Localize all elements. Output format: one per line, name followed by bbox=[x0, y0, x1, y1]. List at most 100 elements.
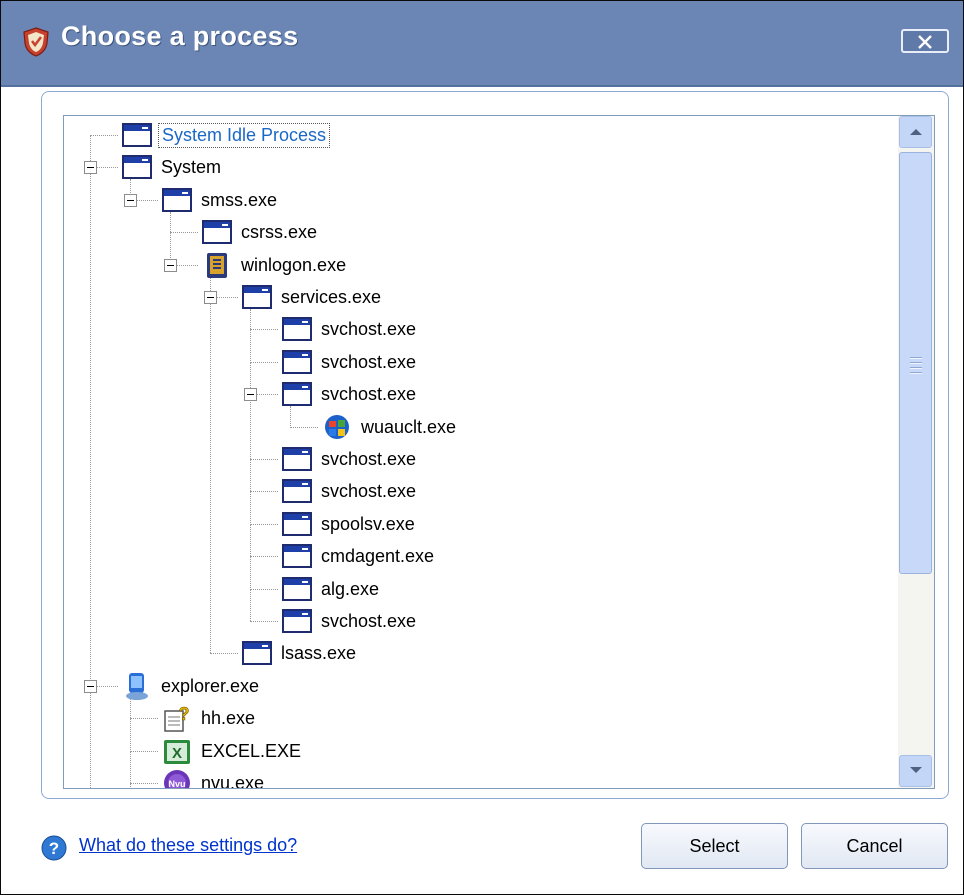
arrow-up-icon bbox=[910, 129, 922, 135]
cancel-button[interactable]: Cancel bbox=[801, 823, 948, 869]
tree-node-label: svchost.exe bbox=[321, 383, 417, 404]
tree-connector-v bbox=[250, 309, 251, 329]
window-app-icon bbox=[282, 350, 312, 374]
tree-node[interactable]: X EXCEL.EXE bbox=[160, 736, 304, 766]
collapse-toggle[interactable] bbox=[124, 194, 137, 207]
tree-connector-v bbox=[210, 297, 211, 653]
window-app-icon bbox=[202, 220, 232, 244]
vertical-scrollbar[interactable] bbox=[898, 116, 934, 788]
tree-node[interactable]: svchost.exe bbox=[280, 606, 419, 636]
tree-node-label: hh.exe bbox=[201, 707, 256, 728]
tree-connector-v bbox=[130, 783, 131, 788]
process-tree-view[interactable]: System Idle Process System smss.exe csrss.e… bbox=[63, 115, 935, 789]
help-link[interactable]: What do these settings do? bbox=[79, 835, 297, 856]
window-app-icon bbox=[242, 285, 272, 309]
scroll-grip bbox=[910, 357, 922, 377]
tree-connector-h bbox=[250, 491, 278, 492]
window-app-icon bbox=[122, 155, 152, 179]
window-app-icon bbox=[122, 123, 152, 147]
tree-node[interactable]: spoolsv.exe bbox=[280, 509, 418, 539]
tree-connector-v bbox=[250, 556, 251, 588]
winlogon-icon bbox=[207, 253, 227, 278]
window-app-icon bbox=[282, 609, 312, 633]
tree-node-label: csrss.exe bbox=[241, 221, 318, 242]
tree-connector-v bbox=[90, 167, 91, 685]
window-app-icon bbox=[282, 317, 312, 341]
tree-connector-v bbox=[130, 718, 131, 750]
collapse-toggle[interactable] bbox=[84, 161, 97, 174]
excel-icon: X bbox=[164, 740, 190, 764]
window-app-icon bbox=[282, 382, 312, 406]
window-app-icon bbox=[282, 447, 312, 471]
tree-node[interactable]: System Idle Process bbox=[120, 120, 331, 150]
tree-node[interactable]: alg.exe bbox=[280, 574, 382, 604]
svg-text:X: X bbox=[172, 745, 182, 762]
svg-text:?: ? bbox=[179, 704, 190, 724]
help-file-icon: ? bbox=[164, 704, 190, 732]
tree-node[interactable]: svchost.exe bbox=[280, 347, 419, 377]
title-bar[interactable]: Choose a process bbox=[1, 1, 963, 87]
scroll-up-button[interactable] bbox=[899, 116, 932, 148]
tree-node-label: explorer.exe bbox=[161, 675, 260, 696]
tree-connector-v bbox=[250, 329, 251, 361]
tree-node-label: spoolsv.exe bbox=[321, 513, 415, 534]
tree-connector-v bbox=[250, 459, 251, 491]
tree-node[interactable]: explorer.exe bbox=[120, 671, 262, 701]
tree-connector-h bbox=[210, 653, 238, 654]
tree-node[interactable]: svchost.exe bbox=[280, 379, 419, 409]
tree-node-label: svchost.exe bbox=[321, 610, 417, 631]
nvu-icon: Nvu bbox=[164, 770, 190, 788]
window-app-icon bbox=[242, 641, 272, 665]
tree-connector-h bbox=[250, 621, 278, 622]
tree-node[interactable]: ? hh.exe bbox=[160, 703, 258, 733]
tree-node[interactable]: cmdagent.exe bbox=[280, 541, 437, 571]
tree-node[interactable]: csrss.exe bbox=[200, 217, 320, 247]
collapse-toggle[interactable] bbox=[244, 388, 257, 401]
collapse-toggle[interactable] bbox=[204, 291, 217, 304]
close-x-icon bbox=[918, 35, 932, 49]
explorer-icon bbox=[126, 673, 148, 700]
tree-connector-v bbox=[130, 698, 131, 718]
tree-node[interactable]: services.exe bbox=[240, 282, 384, 312]
tree-node-label: nvu.exe bbox=[201, 772, 265, 789]
scroll-thumb[interactable] bbox=[899, 152, 932, 574]
tree-node[interactable]: svchost.exe bbox=[280, 444, 419, 474]
tree-node[interactable]: wuauclt.exe bbox=[320, 412, 459, 442]
select-button[interactable]: Select bbox=[641, 823, 788, 869]
tree-node[interactable]: winlogon.exe bbox=[200, 250, 349, 280]
tree-connector-h bbox=[130, 718, 158, 719]
tree-connector-h bbox=[250, 524, 278, 525]
tree-node[interactable]: svchost.exe bbox=[280, 314, 419, 344]
window-app-icon bbox=[282, 544, 312, 568]
tree-node-label: System Idle Process bbox=[158, 122, 331, 148]
tree-node-label: smss.exe bbox=[201, 189, 278, 210]
tree-connector-v bbox=[250, 524, 251, 556]
tree-node[interactable]: lsass.exe bbox=[240, 638, 359, 668]
collapse-toggle[interactable] bbox=[84, 680, 97, 693]
tree-connector-h bbox=[250, 589, 278, 590]
tree-node-label: wuauclt.exe bbox=[361, 416, 457, 437]
dialog-title: Choose a process bbox=[61, 21, 299, 51]
tree-connector-h bbox=[130, 783, 158, 784]
tree-node-label: svchost.exe bbox=[321, 480, 417, 501]
tree-node[interactable]: System bbox=[120, 152, 224, 182]
collapse-toggle[interactable] bbox=[164, 259, 177, 272]
tree-node[interactable]: Nvu nvu.exe bbox=[160, 768, 267, 789]
scroll-down-button[interactable] bbox=[899, 755, 932, 787]
close-button[interactable] bbox=[901, 29, 949, 53]
tree-connector-h bbox=[290, 427, 318, 428]
tree-connector-h bbox=[170, 232, 198, 233]
tree-connector-h bbox=[250, 459, 278, 460]
tree-node-label: System bbox=[161, 156, 222, 177]
tree-node-label: EXCEL.EXE bbox=[201, 740, 302, 761]
tree-connector-h bbox=[250, 556, 278, 557]
tree-node-label: winlogon.exe bbox=[241, 254, 347, 275]
tree-node[interactable]: svchost.exe bbox=[280, 476, 419, 506]
tree-node-label: svchost.exe bbox=[321, 351, 417, 372]
window-app-icon bbox=[282, 479, 312, 503]
window-app-icon bbox=[282, 512, 312, 536]
tree-node-label: svchost.exe bbox=[321, 448, 417, 469]
help-question-icon[interactable]: ? bbox=[41, 835, 67, 861]
tree-node[interactable]: smss.exe bbox=[160, 185, 280, 215]
tree-node-label: lsass.exe bbox=[281, 642, 357, 663]
